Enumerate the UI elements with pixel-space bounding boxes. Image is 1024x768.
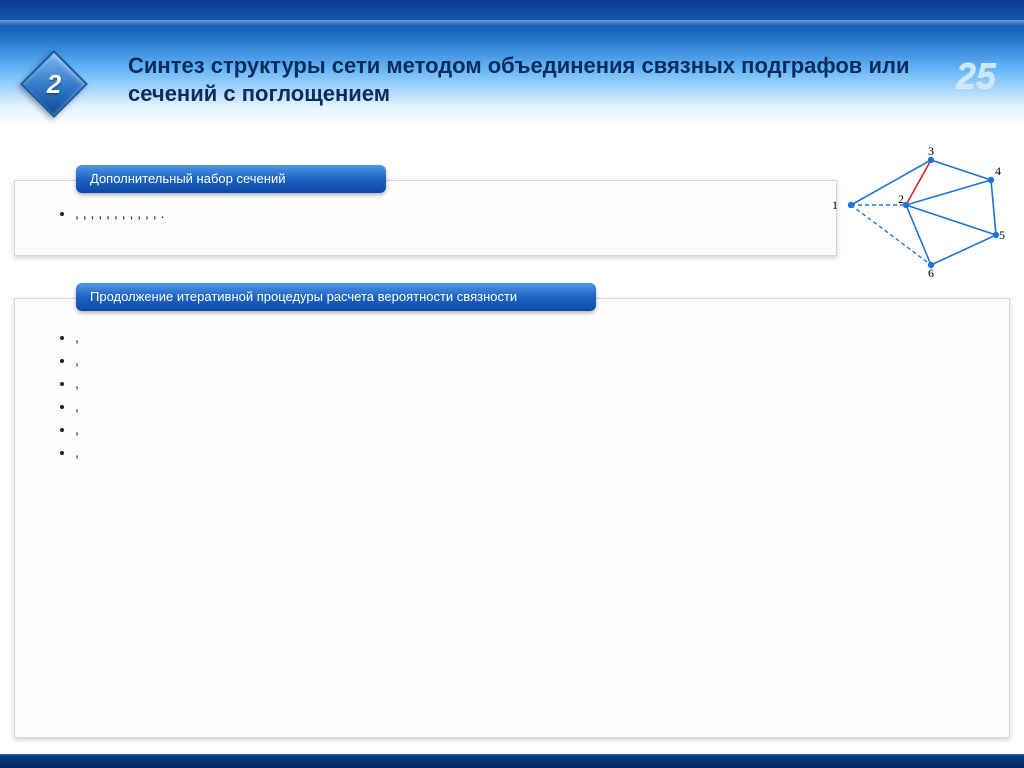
list-item: , bbox=[75, 373, 1009, 394]
node-label-5: 5 bbox=[999, 228, 1005, 243]
list-item: , bbox=[75, 396, 1009, 417]
list-item: , bbox=[75, 327, 1009, 348]
list-item: , bbox=[75, 350, 1009, 371]
footer-bar bbox=[0, 754, 1024, 768]
node-label-1: 1 bbox=[832, 198, 838, 213]
page-number: 25 bbox=[956, 55, 996, 97]
node-label-2: 2 bbox=[898, 192, 904, 207]
panel-cuts-list: , , , , , , , , , , , . bbox=[75, 203, 836, 224]
graph-diagram: 1 2 3 4 5 6 bbox=[836, 150, 1006, 280]
list-item: , bbox=[75, 419, 1009, 440]
panel-cuts-label: Дополнительный набор сечений bbox=[76, 165, 386, 193]
list-item: , , , , , , , , , , , . bbox=[75, 203, 836, 224]
panel-procedure-label: Продолжение итеративной процедуры расчет… bbox=[76, 283, 596, 311]
node-label-4: 4 bbox=[995, 164, 1001, 179]
panel-procedure: , , , , , , bbox=[14, 298, 1010, 738]
list-item: , bbox=[75, 442, 1009, 463]
node-label-3: 3 bbox=[928, 144, 934, 159]
node-label-6: 6 bbox=[928, 266, 934, 281]
section-number: 2 bbox=[32, 62, 76, 106]
panel-procedure-list: , , , , , , bbox=[75, 327, 1009, 463]
graph-svg bbox=[836, 150, 1006, 280]
page-title: Синтез структуры сети методом объединени… bbox=[128, 52, 934, 107]
